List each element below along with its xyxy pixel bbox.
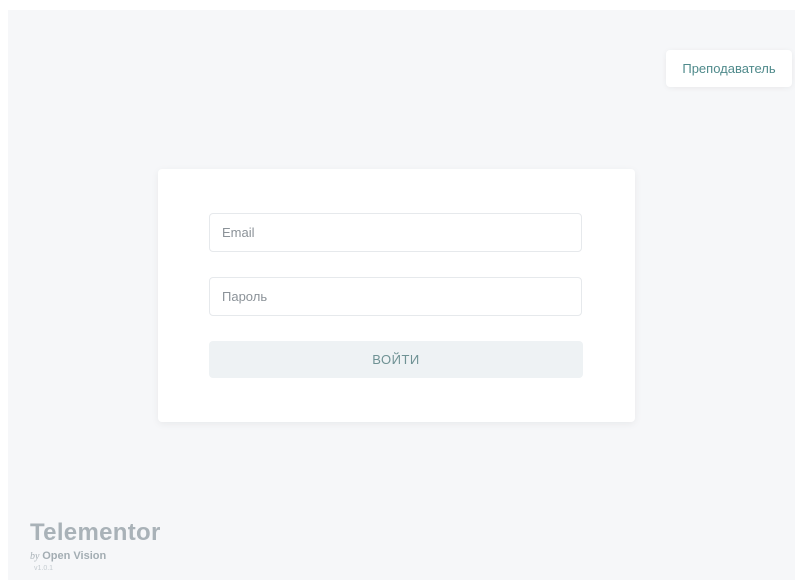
by-label: by — [30, 551, 40, 562]
login-button[interactable]: ВОЙТИ — [209, 341, 583, 378]
brand-byline: by Open Vision — [30, 550, 161, 563]
app-background: Преподаватель ВОЙТИ Telementor by Open V… — [8, 10, 795, 580]
email-field[interactable] — [209, 213, 582, 252]
teacher-role-button[interactable]: Преподаватель — [666, 50, 792, 87]
brand-logo: Telementor by Open Vision v1.0.1 — [30, 520, 161, 573]
company-name: Open Vision — [42, 550, 107, 562]
brand-name: Telementor — [30, 519, 161, 546]
login-card: ВОЙТИ — [158, 169, 635, 422]
password-field[interactable] — [209, 277, 582, 316]
app-version: v1.0.1 — [34, 565, 54, 572]
